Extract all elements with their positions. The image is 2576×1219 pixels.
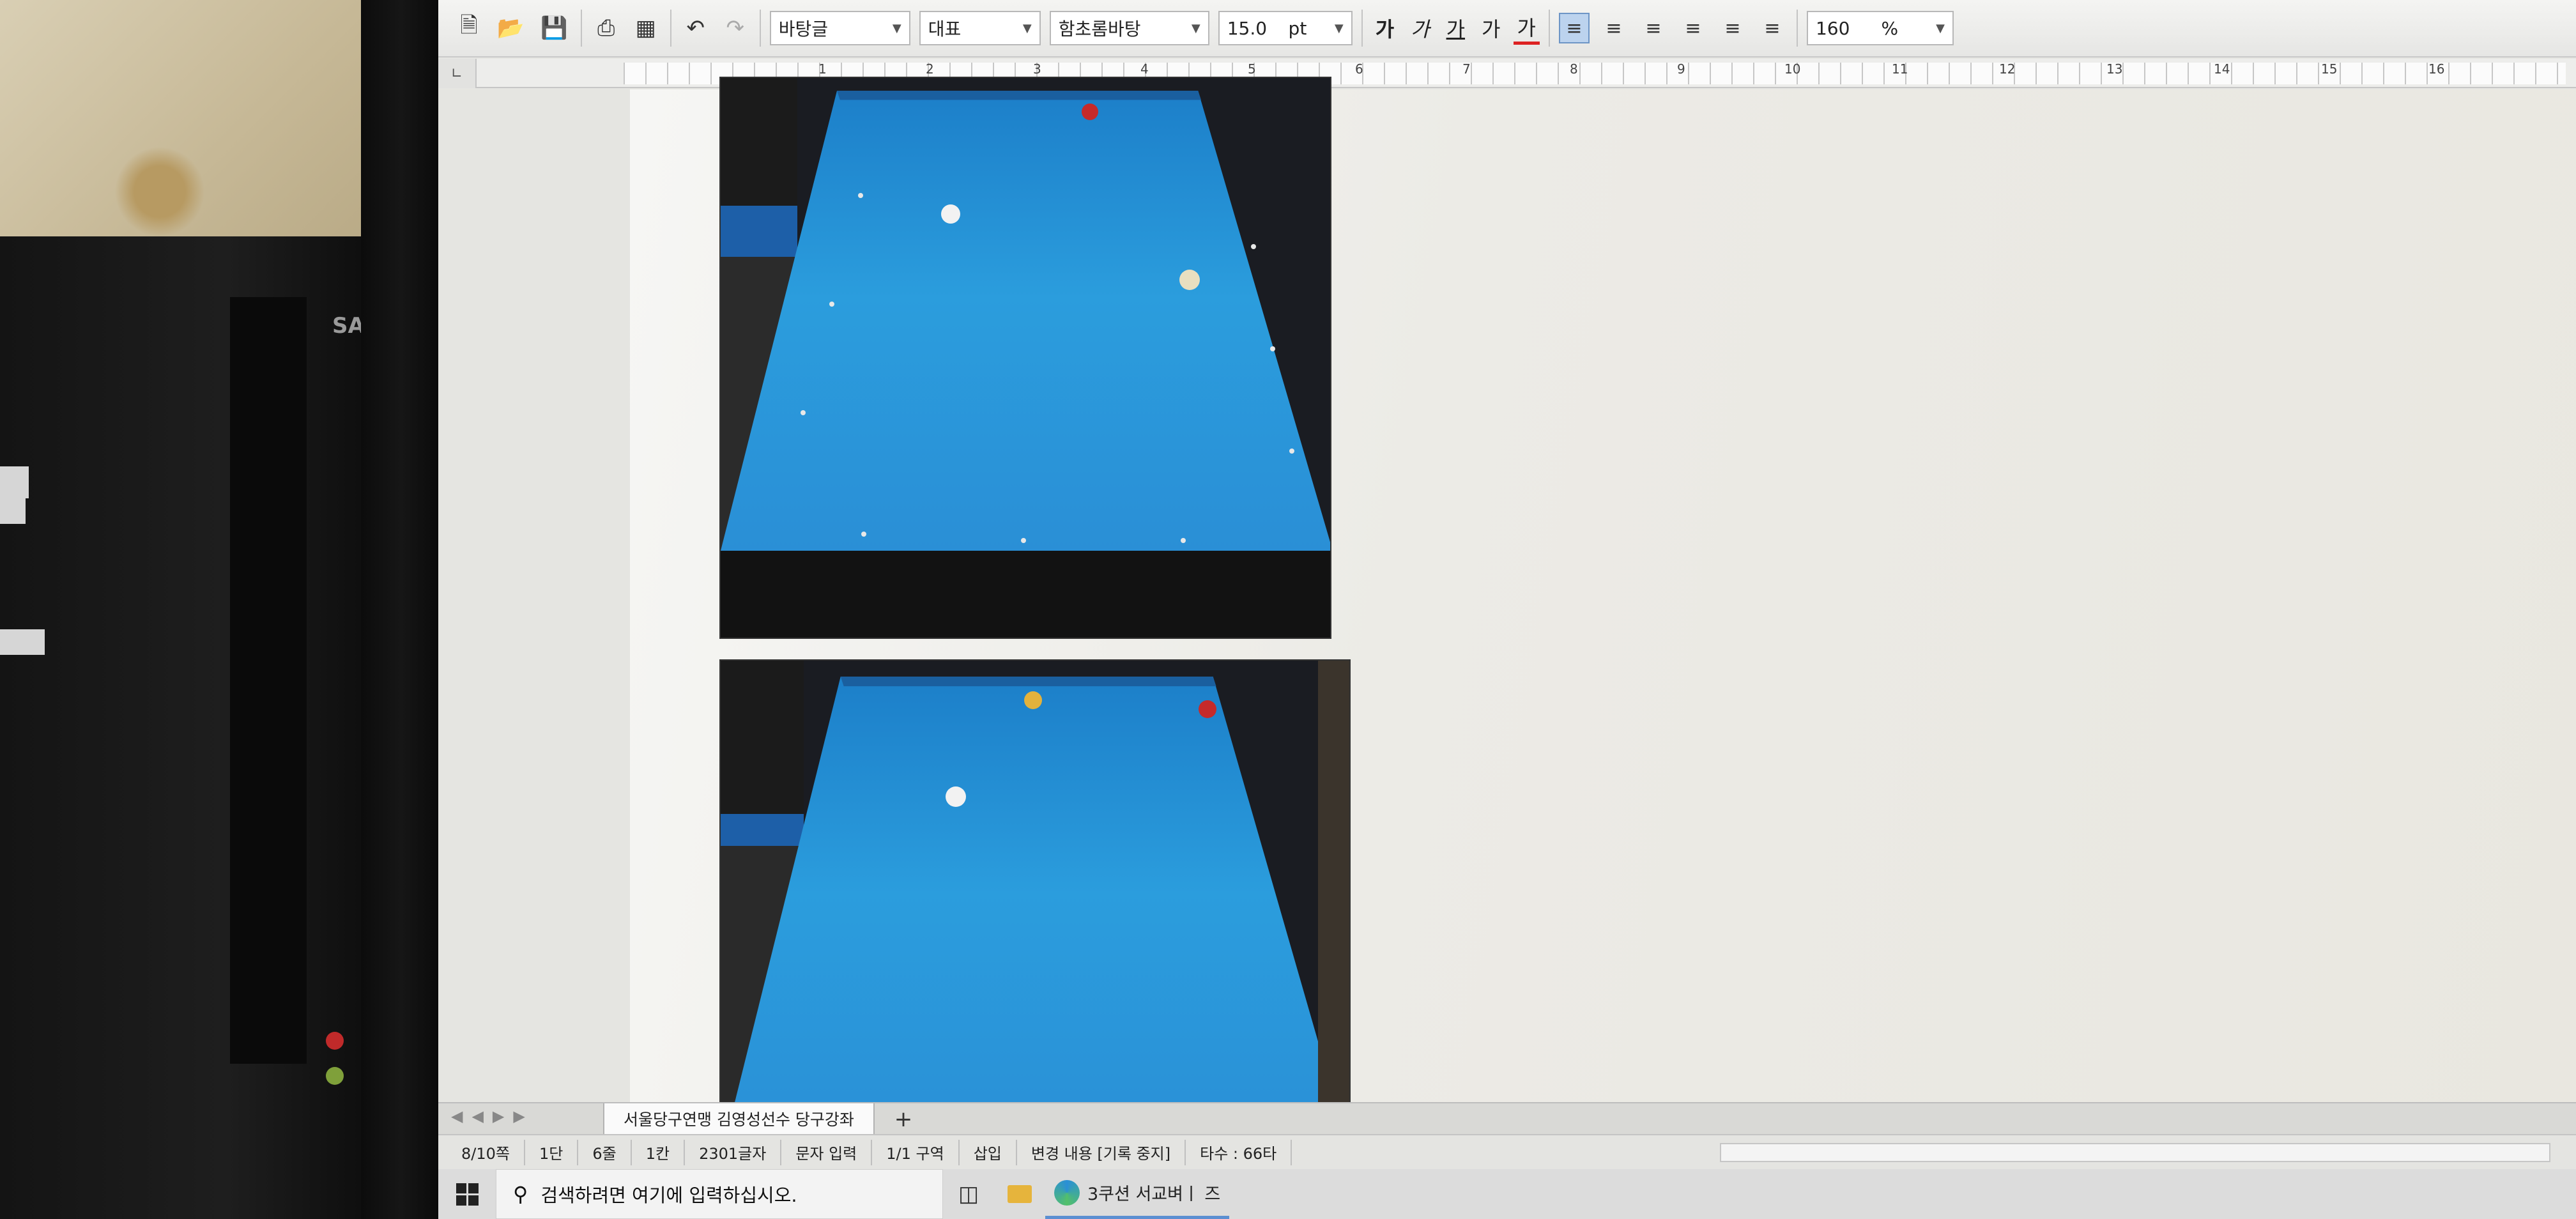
taskbar-app-edge[interactable]: 3쿠션 서교벼ㅣ 즈 xyxy=(1045,1169,1230,1219)
status-mode[interactable]: 문자 입력 xyxy=(781,1139,873,1165)
divide-icon[interactable]: ≡ xyxy=(1757,13,1788,43)
toolbar-separator xyxy=(670,10,671,47)
save-icon[interactable]: 💾 xyxy=(537,10,571,46)
chevron-down-icon: ▼ xyxy=(1936,21,1945,35)
ruler-number: 6 xyxy=(1355,61,1363,77)
add-tab-button[interactable]: + xyxy=(885,1106,921,1133)
yellow-ball xyxy=(1024,691,1042,709)
zoom-value: 160 xyxy=(1815,17,1850,39)
zoom-field[interactable]: 160 % ▼ xyxy=(1806,11,1954,45)
ruler-number: 14 xyxy=(2214,61,2230,77)
windows-taskbar: ⚲ 검색하려면 여기에 입력하십시오. ◫ 3쿠션 서교벼ㅣ 즈 xyxy=(438,1169,2576,1219)
ruler-number: 16 xyxy=(2428,61,2445,77)
chevron-down-icon: ▼ xyxy=(1334,21,1344,35)
chevron-down-icon: ▼ xyxy=(892,21,901,35)
chevron-down-icon: ▼ xyxy=(1191,21,1200,35)
print-icon[interactable]: ⎙ xyxy=(591,10,622,46)
ruler-number: 7 xyxy=(1462,61,1471,77)
taskbar-search-input[interactable]: ⚲ 검색하려면 여기에 입력하십시오. xyxy=(496,1169,943,1219)
redo-icon[interactable]: ↷ xyxy=(720,10,751,46)
ruler-number: 9 xyxy=(1677,61,1685,77)
horizontal-scrollbar[interactable] xyxy=(1720,1142,2550,1162)
white-ball xyxy=(941,204,960,224)
status-page[interactable]: 8/10쪽 xyxy=(447,1139,525,1165)
status-char: 1칸 xyxy=(632,1139,686,1165)
billiard-photo-1[interactable] xyxy=(719,77,1331,639)
ruler-number: 10 xyxy=(1784,61,1801,77)
yellow-ball xyxy=(1179,270,1200,290)
style-select[interactable]: 바탕글 ▼ xyxy=(769,11,910,45)
italic-button[interactable]: 가 xyxy=(1407,13,1433,43)
status-count: 2301글자 xyxy=(685,1139,782,1165)
ruler-number: 5 xyxy=(1248,61,1256,77)
status-line: 6줄 xyxy=(578,1139,632,1165)
status-bar: 8/10쪽 1단 6줄 1칸 2301글자 문자 입력 1/1 구역 삽입 변경… xyxy=(438,1134,2576,1169)
status-section: 1/1 구역 xyxy=(872,1139,960,1165)
windows-logo-icon xyxy=(456,1183,479,1206)
ruler-number: 15 xyxy=(2321,61,2338,77)
ruler-number: 13 xyxy=(2106,61,2123,77)
pc-tower xyxy=(0,236,377,1219)
document-area[interactable] xyxy=(438,77,2576,1219)
taskbar-app-label: 3쿠션 서교벼ㅣ 즈 xyxy=(1087,1184,1221,1204)
font-size-value: 15.0 xyxy=(1227,17,1268,39)
font-select[interactable]: 함초롬바탕 ▼ xyxy=(1049,11,1209,45)
edge-browser-icon xyxy=(1054,1179,1080,1206)
red-ball xyxy=(1199,700,1216,718)
ruler-number: 12 xyxy=(1999,61,2016,77)
format-toolbar: 🗎 📂 💾 ⎙ ▦ ↶ ↷ 바탕글 ▼ 대표 ▼ 함초롬바탕 ▼ 15.0 pt… xyxy=(438,0,2576,57)
search-placeholder: 검색하려면 여기에 입력하십시오. xyxy=(540,1184,797,1206)
align-justify-icon[interactable]: ≡ xyxy=(1558,13,1590,43)
toolbar-separator xyxy=(1548,10,1550,47)
tab-nav-arrows-icon[interactable]: ◀◀▶▶ xyxy=(451,1107,534,1125)
status-track-changes[interactable]: 변경 내용 [기록 중지] xyxy=(1017,1139,1186,1165)
document-tab-bar: ◀◀▶▶ 서울당구연맹 김영성선수 당구강좌 + xyxy=(438,1102,2576,1135)
wall-background xyxy=(0,0,371,243)
shape-select[interactable]: 대표 ▼ xyxy=(919,11,1041,45)
ruler-number: 4 xyxy=(1140,61,1149,77)
status-typing-speed: 타수 : 66타 xyxy=(1186,1139,1292,1165)
ruler-number: 2 xyxy=(926,61,934,77)
font-select-value: 함초롬바탕 xyxy=(1058,19,1141,40)
ruler-number: 3 xyxy=(1033,61,1041,77)
status-insert[interactable]: 삽입 xyxy=(960,1139,1017,1165)
font-size-field[interactable]: 15.0 pt ▼ xyxy=(1218,11,1353,45)
align-left-icon[interactable]: ≡ xyxy=(1598,13,1629,43)
status-column: 1단 xyxy=(525,1139,579,1165)
task-view-icon[interactable]: ◫ xyxy=(943,1169,994,1219)
strikethrough-button[interactable]: 가 xyxy=(1478,13,1504,43)
toolbar-separator xyxy=(1361,10,1363,47)
ruler-corner-icon[interactable]: ∟ xyxy=(438,59,477,88)
file-explorer-icon[interactable] xyxy=(994,1169,1045,1219)
toolbar-separator xyxy=(759,10,761,47)
white-ball xyxy=(946,786,966,807)
ruler-number: 8 xyxy=(1570,61,1578,77)
search-icon: ⚲ xyxy=(513,1182,528,1206)
red-ball xyxy=(1082,103,1098,120)
ruler-number: 11 xyxy=(1892,61,1908,77)
align-center-icon[interactable]: ≡ xyxy=(1638,13,1669,43)
toolbar-separator xyxy=(580,10,582,47)
distribute-icon[interactable]: ≡ xyxy=(1717,13,1748,43)
tab-document[interactable]: 서울당구연맹 김영성선수 당구강좌 xyxy=(603,1103,875,1135)
tab-document-label: 서울당구연맹 김영성선수 당구강좌 xyxy=(624,1110,854,1129)
new-document-icon[interactable]: 🗎 xyxy=(454,10,484,46)
zoom-unit: % xyxy=(1881,17,1899,39)
font-color-button[interactable]: 가 xyxy=(1513,12,1540,45)
ruler-number: 1 xyxy=(818,61,827,77)
align-right-icon[interactable]: ≡ xyxy=(1678,13,1708,43)
bold-button[interactable]: 가 xyxy=(1372,13,1398,43)
undo-icon[interactable]: ↶ xyxy=(680,10,711,46)
start-button[interactable] xyxy=(438,1169,496,1219)
chevron-down-icon: ▼ xyxy=(1022,21,1032,35)
shape-select-value: 대표 xyxy=(928,19,962,40)
preview-icon[interactable]: ▦ xyxy=(631,10,661,46)
open-folder-icon[interactable]: 📂 xyxy=(493,10,528,46)
style-select-value: 바탕글 xyxy=(778,19,828,40)
monitor-screen: 🗎 📂 💾 ⎙ ▦ ↶ ↷ 바탕글 ▼ 대표 ▼ 함초롬바탕 ▼ 15.0 pt… xyxy=(438,0,2576,1219)
toolbar-separator xyxy=(1796,10,1798,47)
monitor-bezel xyxy=(361,0,441,1219)
font-size-unit: pt xyxy=(1288,17,1307,39)
underline-button[interactable]: 가 xyxy=(1443,13,1469,43)
